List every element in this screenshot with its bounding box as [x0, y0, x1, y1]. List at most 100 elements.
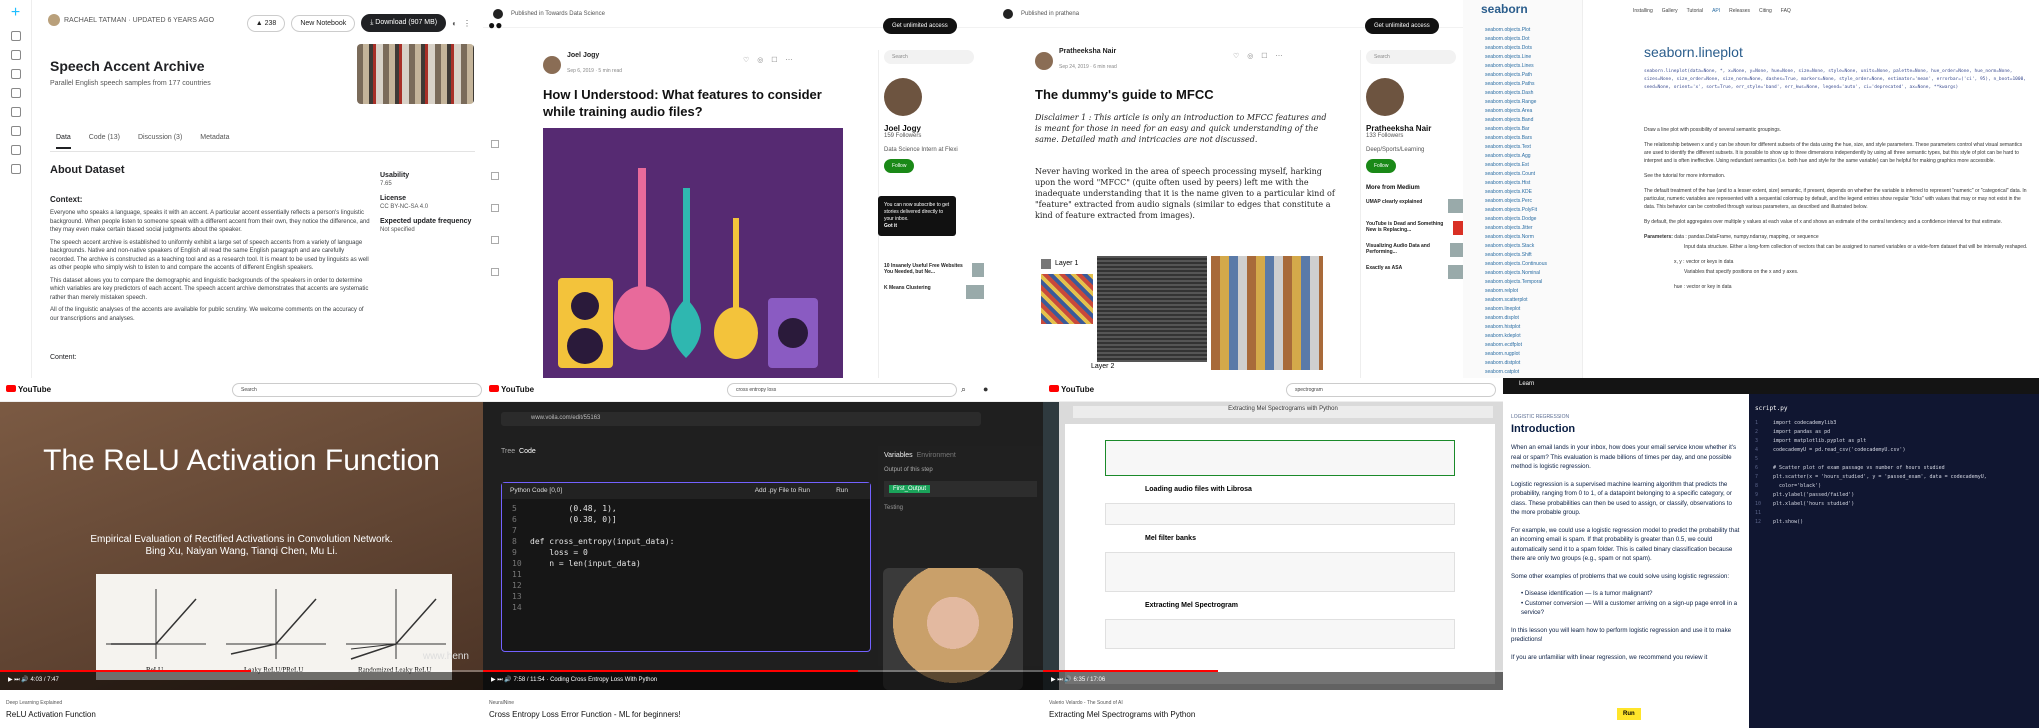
author-avatar[interactable]: [884, 78, 922, 116]
sidebar-item[interactable]: seaborn.objects.Text: [1485, 143, 1547, 152]
sidebar-item[interactable]: seaborn.objects.Continuous: [1485, 260, 1547, 269]
sidebar-item[interactable]: seaborn.objects.Perc: [1485, 197, 1547, 206]
video-player[interactable]: www.voila.com/edit/55163 Tree Code Pytho…: [483, 402, 1043, 690]
nav-link[interactable]: Releases: [1729, 8, 1750, 14]
sidebar-item[interactable]: seaborn.objects.Norm: [1485, 233, 1547, 242]
home-icon[interactable]: [10, 31, 21, 41]
list-item[interactable]: K Means Clustering: [884, 285, 984, 299]
compass-icon[interactable]: [10, 50, 21, 60]
learn-menu[interactable]: Learn: [1519, 381, 1534, 387]
share-icons[interactable]: ♡ ◎ ☐ ⋯: [1233, 52, 1286, 60]
sidebar-item[interactable]: seaborn.objects.Stack: [1485, 242, 1547, 251]
get-unlimited-access-button[interactable]: Get unlimited access: [1365, 18, 1439, 34]
publication-logo-icon[interactable]: [493, 8, 503, 19]
search-input[interactable]: Search: [1366, 50, 1456, 64]
share-icons[interactable]: ♡ ◎ ☐ ⋯: [743, 56, 796, 64]
list-item[interactable]: Visualizing Audio Data and Performing...: [1366, 243, 1463, 257]
code-icon[interactable]: ◐: [452, 19, 457, 28]
sidebar-item[interactable]: seaborn.objects.Path: [1485, 71, 1547, 80]
sidebar-item[interactable]: seaborn.catplot: [1485, 368, 1547, 377]
sidebar-item[interactable]: seaborn.objects.Dot: [1485, 35, 1547, 44]
author-avatar[interactable]: [1366, 78, 1404, 116]
upvote-button[interactable]: ▲ 238: [246, 14, 286, 32]
sidebar-item[interactable]: seaborn.objects.Lines: [1485, 62, 1547, 71]
list-item[interactable]: 10 Insanely Useful Free Websites You Nee…: [884, 263, 984, 277]
seaborn-logo[interactable]: seaborn: [1481, 2, 1528, 16]
sidebar-item[interactable]: seaborn.objects.Count: [1485, 170, 1547, 179]
tab-code[interactable]: Code (13): [89, 134, 120, 149]
comments-icon[interactable]: [10, 126, 21, 136]
home-icon[interactable]: [491, 140, 499, 148]
sidebar-item[interactable]: seaborn.relplot: [1485, 287, 1547, 296]
search-input[interactable]: Search: [232, 383, 482, 397]
sidebar-item[interactable]: seaborn.objects.Plot: [1485, 26, 1547, 35]
nav-link[interactable]: FAQ: [1781, 8, 1791, 14]
sidebar-item[interactable]: seaborn.objects.Bars: [1485, 134, 1547, 143]
sidebar-item[interactable]: seaborn.displot: [1485, 314, 1547, 323]
list-item[interactable]: YouTube is Dead and Something New is Rep…: [1366, 221, 1463, 235]
youtube-logo-icon[interactable]: YouTube: [489, 385, 534, 394]
sidebar-item[interactable]: seaborn.objects.Area: [1485, 107, 1547, 116]
trophy-icon[interactable]: [10, 69, 21, 79]
video-player[interactable]: Extracting Mel Spectrograms with Python …: [1043, 402, 1503, 690]
search-input[interactable]: cross entropy loss: [727, 383, 957, 397]
run-button[interactable]: Run: [1617, 708, 1641, 720]
tab-discussion[interactable]: Discussion (3): [138, 134, 182, 149]
sidebar-item[interactable]: seaborn.objects.Band: [1485, 116, 1547, 125]
sidebar-author-name[interactable]: Pratheeksha Nair: [1366, 124, 1463, 133]
sidebar-item[interactable]: seaborn.objects.Line: [1485, 53, 1547, 62]
sidebar-item[interactable]: seaborn.objects.KDE: [1485, 188, 1547, 197]
list-icon[interactable]: [491, 236, 499, 244]
sidebar-item[interactable]: seaborn.histplot: [1485, 323, 1547, 332]
code-icon[interactable]: [10, 107, 21, 117]
publication-logo-icon[interactable]: [1003, 8, 1013, 19]
list-item[interactable]: Exactly as ASA: [1366, 265, 1463, 279]
nav-link[interactable]: API: [1712, 8, 1720, 14]
youtube-logo-icon[interactable]: YouTube: [1049, 385, 1094, 394]
avatar[interactable]: [543, 55, 561, 74]
sidebar-item[interactable]: seaborn.objects.Range: [1485, 98, 1547, 107]
youtube-logo-icon[interactable]: YouTube: [6, 385, 51, 394]
follow-button[interactable]: Follow: [1366, 159, 1397, 173]
sidebar-item[interactable]: seaborn.objects.Shift: [1485, 251, 1547, 260]
channel-name[interactable]: Valerio Velardo - The Sound of AI: [1049, 700, 1123, 706]
sidebar-item[interactable]: seaborn.objects.Dash: [1485, 89, 1547, 98]
search-input[interactable]: Search: [884, 50, 974, 64]
sidebar-item[interactable]: seaborn.objects.Jitter: [1485, 224, 1547, 233]
sidebar-item[interactable]: seaborn.objects.PolyFit: [1485, 206, 1547, 215]
tab-data[interactable]: Data: [56, 134, 71, 149]
publication-name[interactable]: Published in Towards Data Science: [511, 11, 605, 17]
sidebar-item[interactable]: seaborn.objects.Agg: [1485, 152, 1547, 161]
nav-link[interactable]: Tutorial: [1687, 8, 1704, 14]
nav-link[interactable]: Gallery: [1662, 8, 1678, 14]
video-player[interactable]: The ReLU Activation Function Empirical E…: [0, 402, 483, 690]
write-icon[interactable]: [491, 268, 499, 276]
expand-icon[interactable]: [10, 164, 21, 174]
bell-icon[interactable]: [491, 172, 499, 180]
code-editor[interactable]: script.py 1 import codecademylib3 2 import …: [1749, 394, 2039, 728]
tab-metadata[interactable]: Metadata: [200, 134, 229, 149]
publication-name[interactable]: Published in prathena: [1021, 11, 1079, 17]
sidebar-item[interactable]: seaborn.distplot: [1485, 359, 1547, 368]
nav-link[interactable]: Installing: [1633, 8, 1653, 14]
channel-name[interactable]: NeuralNine: [489, 700, 514, 706]
more-icon[interactable]: ⋮: [463, 19, 471, 28]
bookmark-icon[interactable]: [491, 204, 499, 212]
sidebar-item[interactable]: seaborn.objects.Temporal: [1485, 278, 1547, 287]
avatar[interactable]: [1035, 51, 1053, 70]
license-value[interactable]: CC BY-NC-SA 4.0: [380, 204, 475, 210]
sidebar-item[interactable]: seaborn.scatterplot: [1485, 296, 1547, 305]
sidebar-item[interactable]: seaborn.lineplot: [1485, 305, 1547, 314]
new-notebook-button[interactable]: New Notebook: [291, 14, 356, 32]
download-button[interactable]: ⤓ Download (907 MB): [361, 14, 447, 32]
sidebar-item[interactable]: seaborn.objects.Paths: [1485, 80, 1547, 89]
channel-name[interactable]: Deep Learning Explained: [6, 700, 62, 706]
school-icon[interactable]: [10, 145, 21, 155]
create-plus-icon[interactable]: +: [0, 4, 31, 22]
author-name[interactable]: Pratheeksha Nair: [1059, 48, 1117, 55]
tooltip-got-it-button[interactable]: Got it: [884, 223, 897, 229]
sidebar-item[interactable]: seaborn.objects.Est: [1485, 161, 1547, 170]
sidebar-item[interactable]: seaborn.objects.Hist: [1485, 179, 1547, 188]
sidebar-item[interactable]: seaborn.objects.Nominal: [1485, 269, 1547, 278]
table-icon[interactable]: [10, 88, 21, 98]
